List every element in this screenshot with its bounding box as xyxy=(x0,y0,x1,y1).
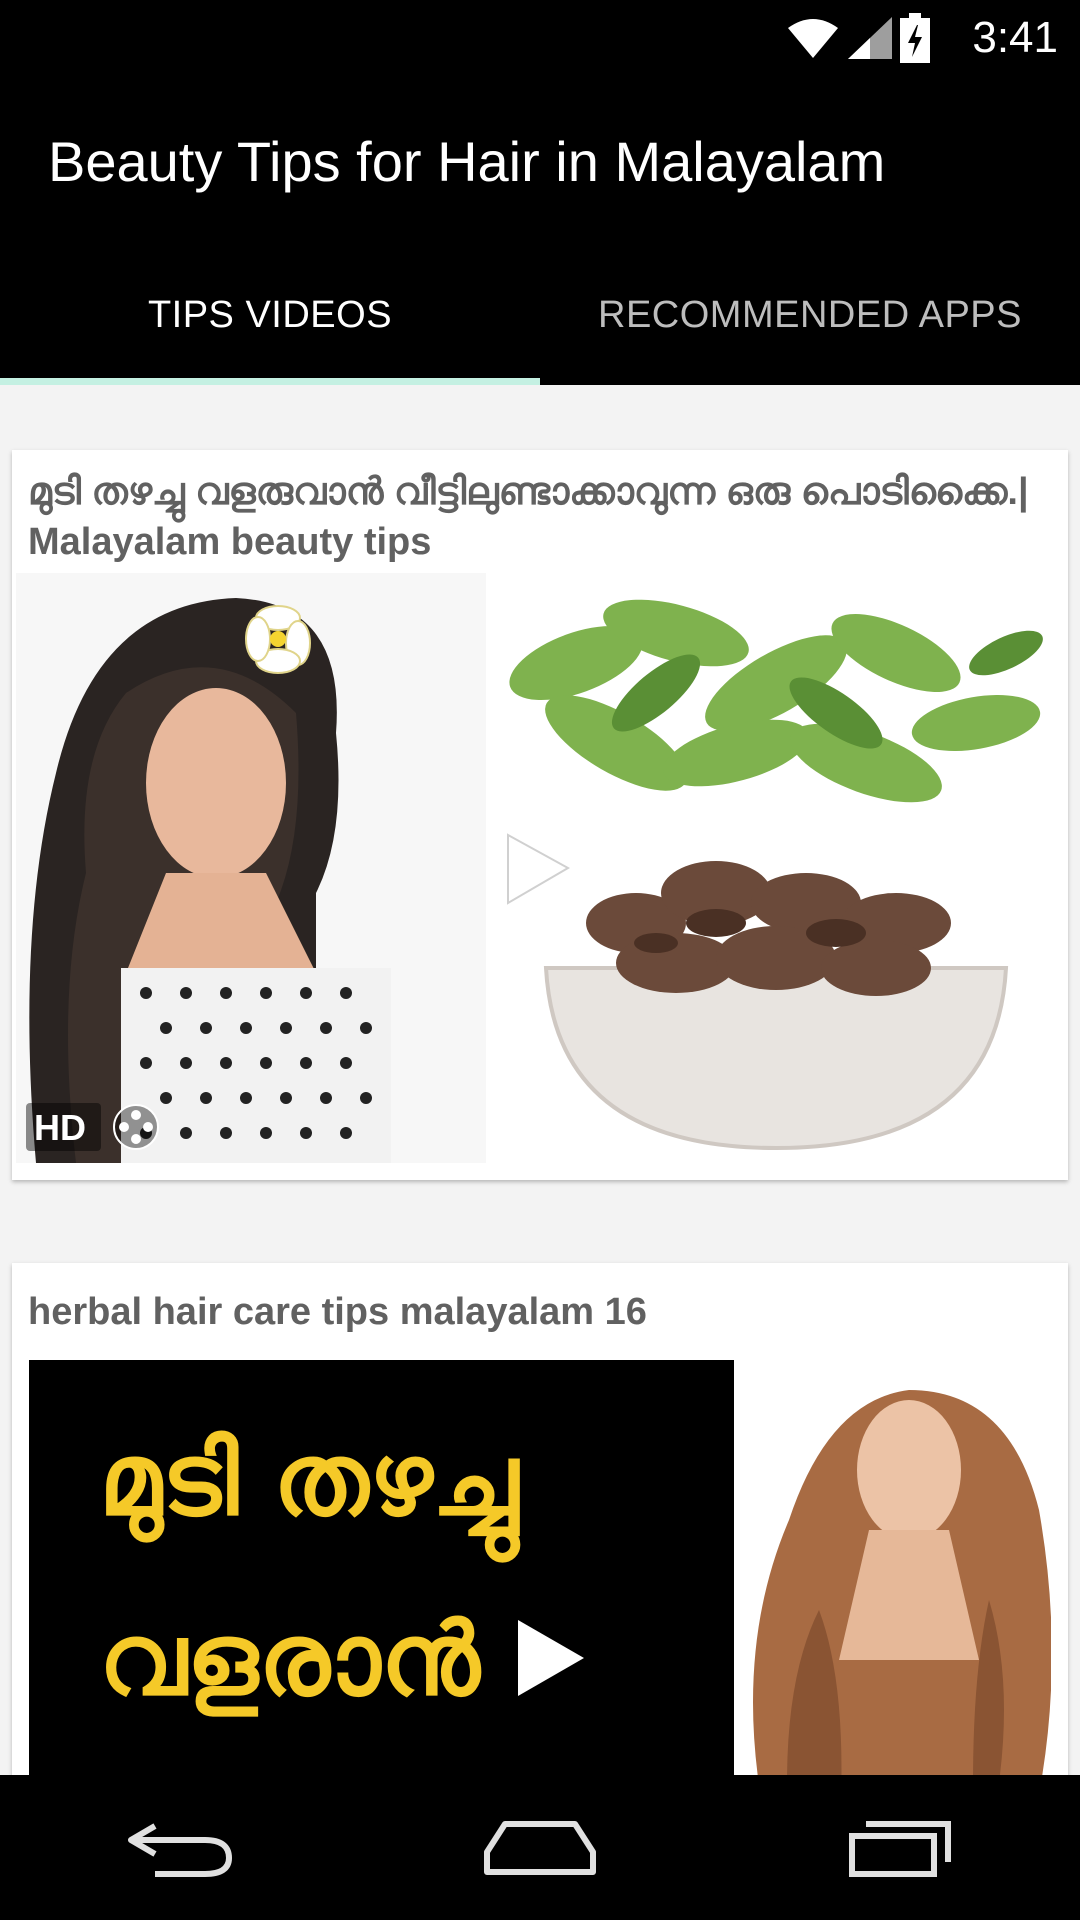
status-icons xyxy=(786,12,930,64)
video-list[interactable]: മുടി തഴച്ചു വളരുവാൻ വീട്ടിലുണ്ടാക്കാവുന്… xyxy=(0,385,1080,1775)
recents-button[interactable] xyxy=(800,1775,1000,1920)
tab-label: RECOMMENDED APPS xyxy=(598,293,1022,336)
thumbnail-art xyxy=(16,573,1064,1163)
status-time: 3:41 xyxy=(972,13,1058,62)
tab-recommended-apps[interactable]: RECOMMENDED APPS xyxy=(540,245,1080,385)
hd-badge: HD xyxy=(34,1107,86,1148)
tab-label: TIPS VIDEOS xyxy=(147,293,393,336)
recents-icon xyxy=(849,1820,951,1877)
video-thumbnail[interactable]: മുടി തഴച്ചു വളരാൻ xyxy=(29,1360,1051,1775)
play-icon[interactable] xyxy=(516,1618,586,1698)
app-bar: Beauty Tips for Hair in Malayalam xyxy=(0,75,1080,245)
home-icon xyxy=(484,1820,596,1875)
back-button[interactable] xyxy=(80,1775,280,1920)
status-bar: 3:41 xyxy=(0,0,1080,75)
app-title: Beauty Tips for Hair in Malayalam xyxy=(48,130,886,193)
film-reel-icon xyxy=(113,1104,159,1150)
video-thumbnail[interactable]: HD xyxy=(16,573,1064,1163)
wifi-icon xyxy=(788,19,838,58)
navigation-bar xyxy=(0,1775,1080,1920)
video-title: മുടി തഴച്ചു വളരുവാൻ വീട്ടിലുണ്ടാക്കാവുന്… xyxy=(28,471,1029,563)
signal-icon xyxy=(848,17,892,59)
tab-indicator xyxy=(0,378,540,385)
back-icon xyxy=(128,1822,233,1877)
video-card[interactable]: herbal hair care tips malayalam 16 മുടി … xyxy=(12,1263,1068,1775)
tab-bar: TIPS VIDEOS RECOMMENDED APPS xyxy=(0,245,1080,385)
home-button[interactable] xyxy=(440,1775,640,1920)
overlay-text-line2: വളരാൻ xyxy=(99,1601,480,1718)
battery-icon xyxy=(900,13,930,63)
tab-tips-videos[interactable]: TIPS VIDEOS xyxy=(0,245,540,385)
video-title: herbal hair care tips malayalam 16 xyxy=(28,1291,647,1333)
overlay-text-line1: മുടി തഴച്ചു xyxy=(99,1421,519,1538)
video-card[interactable]: മുടി തഴച്ചു വളരുവാൻ വീട്ടിലുണ്ടാക്കാവുന്… xyxy=(12,450,1068,1180)
